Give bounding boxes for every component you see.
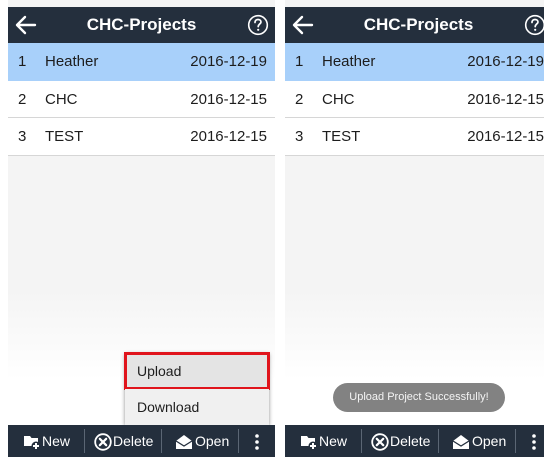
project-list: 1 Heather 2016-12-19 2 CHC 2016-12-15 3 …: [285, 43, 544, 156]
app-header: CHC-Projects: [285, 7, 544, 43]
open-label: Open: [195, 433, 230, 449]
project-name: CHC: [45, 90, 78, 108]
more-options-button[interactable]: [239, 425, 275, 457]
app-header: CHC-Projects: [8, 7, 275, 43]
toast-message: Upload Project Successfully!: [333, 383, 505, 412]
delete-button[interactable]: Delete: [85, 425, 161, 457]
project-name: TEST: [45, 128, 84, 145]
row-number: 2: [18, 90, 27, 108]
project-name: Heather: [322, 53, 376, 70]
new-project-icon: [24, 436, 41, 451]
project-date: 2016-12-15: [190, 90, 267, 108]
upload-menu-item[interactable]: Upload: [124, 352, 270, 390]
projects-screen: CHC-Projects 1 Heather 2016-12-19 2 CHC …: [285, 0, 544, 457]
more-options-button[interactable]: [516, 425, 544, 457]
project-name: Heather: [45, 53, 99, 70]
new-project-icon: [301, 436, 318, 451]
open-button[interactable]: Open: [162, 425, 238, 457]
delete-button[interactable]: Delete: [362, 425, 438, 457]
help-icon[interactable]: [247, 14, 269, 36]
back-arrow-icon[interactable]: [14, 14, 38, 36]
download-menu-item[interactable]: Download: [125, 389, 269, 425]
row-number: 3: [295, 128, 304, 145]
more-vertical-icon: [532, 434, 536, 450]
project-name: CHC: [322, 90, 355, 108]
page-title: CHC-Projects: [86, 15, 197, 34]
project-date: 2016-12-15: [467, 128, 544, 145]
open-label: Open: [472, 433, 507, 449]
delete-icon: [371, 433, 389, 451]
project-date: 2016-12-19: [467, 53, 544, 70]
new-label: New: [319, 433, 348, 449]
row-number: 1: [295, 53, 304, 70]
bottom-toolbar: New Delete Open: [8, 425, 275, 457]
open-envelope-icon: [175, 435, 193, 449]
project-row[interactable]: 2 CHC 2016-12-15: [285, 80, 544, 118]
delete-icon: [94, 433, 112, 451]
bottom-toolbar: New Delete Open: [285, 425, 544, 457]
delete-label: Delete: [390, 433, 431, 449]
right-screenshot: CHC-Projects 1 Heather 2016-12-19 2 CHC …: [285, 0, 544, 457]
open-button[interactable]: Open: [439, 425, 515, 457]
delete-label: Delete: [113, 433, 154, 449]
overflow-menu: Upload Download: [124, 352, 270, 425]
projects-screen: CHC-Projects 1 Heather 2016-12-19 2 CHC …: [8, 0, 275, 457]
project-name: TEST: [322, 128, 361, 145]
help-icon[interactable]: [524, 14, 544, 36]
new-label: New: [42, 433, 71, 449]
left-screenshot: CHC-Projects 1 Heather 2016-12-19 2 CHC …: [8, 0, 275, 457]
project-row[interactable]: 2 CHC 2016-12-15: [8, 80, 275, 118]
new-button[interactable]: New: [285, 425, 361, 457]
row-number: 2: [295, 90, 304, 108]
project-row[interactable]: 3 TEST 2016-12-15: [285, 118, 544, 156]
project-date: 2016-12-15: [190, 128, 267, 145]
row-number: 3: [18, 128, 27, 145]
project-date: 2016-12-15: [467, 90, 544, 108]
back-arrow-icon[interactable]: [291, 14, 315, 36]
project-row[interactable]: 1 Heather 2016-12-19: [285, 43, 544, 81]
project-date: 2016-12-19: [190, 53, 267, 70]
page-title: CHC-Projects: [363, 15, 474, 34]
project-row[interactable]: 1 Heather 2016-12-19: [8, 43, 275, 81]
new-button[interactable]: New: [8, 425, 84, 457]
open-envelope-icon: [452, 435, 470, 449]
project-row[interactable]: 3 TEST 2016-12-15: [8, 118, 275, 156]
row-number: 1: [18, 53, 27, 70]
project-list: 1 Heather 2016-12-19 2 CHC 2016-12-15 3 …: [8, 43, 275, 156]
more-vertical-icon: [255, 434, 259, 450]
